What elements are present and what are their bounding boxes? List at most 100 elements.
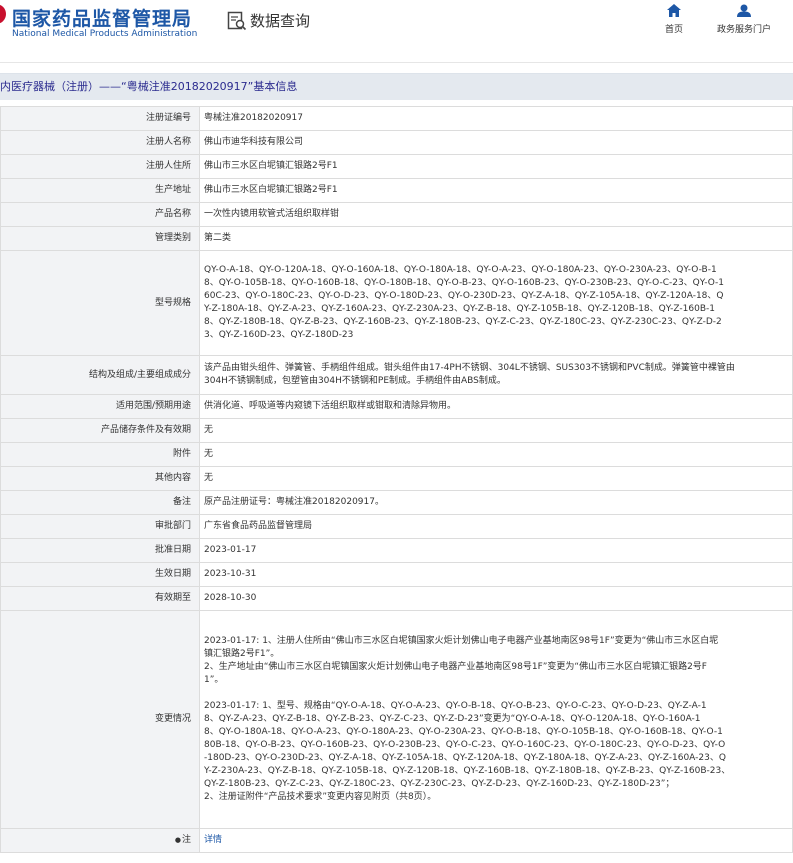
field-value-line: 8、QY-O-180A-18、QY-O-A-23、QY-O-180A-23、QY… bbox=[204, 727, 723, 737]
field-label: 注册人住所 bbox=[0, 154, 200, 179]
nav-home-label: 首页 bbox=[664, 25, 683, 35]
field-value-line: 广东省食品药品监督管理局 bbox=[204, 521, 313, 531]
field-label-text: 管理类别 bbox=[154, 233, 191, 243]
field-value-line: 第二类 bbox=[204, 233, 232, 243]
field-value: 2023-10-31 bbox=[199, 562, 793, 587]
field-value: 该产品由钳头组件、弹簧管、手柄组件组成。钳头组件由17-4PH不锈钢、304L不… bbox=[199, 355, 793, 395]
field-value-line: 该产品由钳头组件、弹簧管、手柄组件组成。钳头组件由17-4PH不锈钢、304L不… bbox=[204, 363, 735, 373]
table-row: 变更情况 2023-01-17: 1、注册人住所由“佛山市三水区白坭镇国家火炬计划… bbox=[0, 610, 793, 829]
field-value-line: Y-Z-180A-18、QY-Z-A-23、QY-Z-160A-23、QY-Z-… bbox=[204, 304, 716, 314]
device-info-table: 注册证编号 粤械注准20182020917 注册人名称 佛山市迪华科技有限公司 注册人住… bbox=[0, 106, 793, 853]
field-value: 详情 bbox=[199, 828, 793, 853]
field-value-line: 8、QY-Z-A-23、QY-Z-B-18、QY-Z-B-23、QY-Z-C-2… bbox=[204, 714, 701, 724]
field-label-text: 适用范围/预期用途 bbox=[115, 401, 191, 411]
table-row: 结构及组成/主要组成成分 该产品由钳头组件、弹簧管、手柄组件组成。钳头组件由17-… bbox=[0, 355, 793, 395]
field-value-line: 佛山市三水区白坭镇汇银路2号F1 bbox=[204, 161, 338, 171]
table-row: 批准日期 2023-01-17 bbox=[0, 538, 793, 563]
table-row: 产品储存条件及有效期 无 bbox=[0, 418, 793, 443]
data-query-icon bbox=[227, 11, 247, 31]
field-value-line: 原产品注册证号：粤械注准20182020917。 bbox=[204, 497, 384, 507]
field-value-line: 2、注册证附件“产品技术要求”变更内容见附页（共8页）。 bbox=[204, 792, 437, 802]
field-label: 有效期至 bbox=[0, 586, 200, 611]
field-label: 批准日期 bbox=[0, 538, 200, 563]
field-value-line: 1”。 bbox=[204, 675, 224, 685]
bullet-icon: ● bbox=[174, 836, 181, 844]
user-icon bbox=[737, 4, 751, 17]
field-label: 附件 bbox=[0, 442, 200, 467]
field-label-text: 产品名称 bbox=[154, 209, 191, 219]
table-row: 生效日期 2023-10-31 bbox=[0, 562, 793, 587]
page-title: 数据查询 bbox=[250, 12, 311, 30]
home-icon bbox=[667, 4, 681, 17]
nav-gov-portal[interactable]: 政务服务门户 bbox=[712, 4, 776, 35]
field-value: 第二类 bbox=[199, 226, 793, 251]
table-row: 备注 原产品注册证号：粤械注准20182020917。 bbox=[0, 490, 793, 515]
field-value-line: 供消化道、呼吸道等内窥镜下活组织取样或钳取和清除异物用。 bbox=[204, 401, 457, 411]
field-label-text: 其他内容 bbox=[154, 473, 191, 483]
field-value: QY-O-A-18、QY-O-120A-18、QY-O-160A-18、QY-O… bbox=[199, 250, 793, 356]
field-value: 无 bbox=[199, 418, 793, 443]
field-value-line: 304H不锈钢制成，包塑管由304H不锈钢和PE制成。手柄组件由ABS制成。 bbox=[204, 376, 506, 386]
field-label-text: 审批部门 bbox=[154, 521, 191, 531]
field-value-line: 8、QY-O-105B-18、QY-O-160B-18、QY-O-180B-18… bbox=[204, 278, 725, 288]
field-value-line: 无 bbox=[204, 473, 214, 483]
table-row: 型号规格 QY-O-A-18、QY-O-120A-18、QY-O-160A-18、… bbox=[0, 250, 793, 356]
field-value-line: 3、QY-Z-160D-23、QY-Z-180D-23 bbox=[204, 330, 354, 340]
table-row: 适用范围/预期用途 供消化道、呼吸道等内窥镜下活组织取样或钳取和清除异物用。 bbox=[0, 394, 793, 419]
field-value: 广东省食品药品监督管理局 bbox=[199, 514, 793, 539]
table-row: 附件 无 bbox=[0, 442, 793, 467]
breadcrumb: 内医疗器械（注册）——“粤械注准20182020917”基本信息 bbox=[0, 73, 793, 100]
table-row: 生产地址 佛山市三水区白坭镇汇银路2号F1 bbox=[0, 178, 793, 203]
field-label: 生产地址 bbox=[0, 178, 200, 203]
field-label-text: 注册人住所 bbox=[145, 161, 191, 171]
field-label-text: 变更情况 bbox=[154, 714, 191, 724]
field-label-text: 型号规格 bbox=[154, 297, 191, 308]
table-row: 注册人住所 佛山市三水区白坭镇汇银路2号F1 bbox=[0, 154, 793, 179]
field-value-line: 佛山市三水区白坭镇汇银路2号F1 bbox=[204, 185, 338, 195]
field-label-text: 结构及组成/主要组成成分 bbox=[88, 369, 191, 380]
field-label: 结构及组成/主要组成成分 bbox=[0, 355, 200, 395]
nav-gov-label: 政务服务门户 bbox=[716, 25, 771, 35]
field-value: 2023-01-17 bbox=[199, 538, 793, 563]
field-label-text: 生产地址 bbox=[154, 185, 191, 195]
field-label: 型号规格 bbox=[0, 250, 200, 356]
field-value-line: 8、QY-Z-180B-18、QY-Z-B-23、QY-Z-160B-23、QY… bbox=[204, 317, 722, 327]
field-value: 佛山市三水区白坭镇汇银路2号F1 bbox=[199, 154, 793, 179]
site-logo-title[interactable]: 国家药品监督管理局 bbox=[12, 4, 192, 31]
field-value: 无 bbox=[199, 466, 793, 491]
detail-link[interactable]: 详情 bbox=[204, 834, 788, 847]
field-label: 审批部门 bbox=[0, 514, 200, 539]
field-value: 2023-01-17: 1、注册人住所由“佛山市三水区白坭镇国家火炬计划佛山电子… bbox=[199, 610, 793, 829]
field-value-line: 2023-10-31 bbox=[204, 569, 257, 579]
field-label-text: 批准日期 bbox=[154, 545, 191, 555]
field-label: 其他内容 bbox=[0, 466, 200, 491]
field-value-line: -180D-23、QY-O-230D-23、QY-Z-A-18、QY-Z-105… bbox=[204, 753, 726, 763]
field-label: 管理类别 bbox=[0, 226, 200, 251]
field-value: 佛山市迪华科技有限公司 bbox=[199, 130, 793, 155]
field-value-line: 一次性内镜用软管式活组织取样钳 bbox=[204, 209, 340, 219]
site-header: 国家药品监督管理局 National Medical Products Admi… bbox=[0, 0, 793, 63]
field-value-line: QY-O-A-18、QY-O-120A-18、QY-O-160A-18、QY-O… bbox=[204, 265, 717, 275]
field-label: ●注 bbox=[0, 828, 200, 853]
field-label-text: 生效日期 bbox=[154, 569, 191, 579]
field-value-line: 60C-23、QY-O-180C-23、QY-O-D-23、QY-O-180D-… bbox=[204, 291, 724, 301]
nmpa-emblem-icon bbox=[0, 4, 6, 24]
field-label-text: 有效期至 bbox=[154, 593, 191, 603]
field-label-text: 注 bbox=[181, 835, 191, 845]
field-value-line: QY-Z-180B-23、QY-Z-C-23、QY-Z-180C-23、QY-Z… bbox=[204, 779, 675, 789]
table-row: 管理类别 第二类 bbox=[0, 226, 793, 251]
field-value-line: 镇汇银路2号F1”。 bbox=[204, 649, 280, 659]
table-row: 有效期至 2028-10-30 bbox=[0, 586, 793, 611]
field-value: 一次性内镜用软管式活组织取样钳 bbox=[199, 202, 793, 227]
field-value: 原产品注册证号：粤械注准20182020917。 bbox=[199, 490, 793, 515]
field-value-line: Y-Z-230A-23、QY-Z-B-18、QY-Z-105B-18、QY-Z-… bbox=[204, 766, 731, 776]
field-value: 无 bbox=[199, 442, 793, 467]
field-label: 变更情况 bbox=[0, 610, 200, 829]
field-label: 注册人名称 bbox=[0, 130, 200, 155]
table-row: 其他内容 无 bbox=[0, 466, 793, 491]
field-label-text: 产品储存条件及有效期 bbox=[100, 425, 191, 435]
table-row: 产品名称 一次性内镜用软管式活组织取样钳 bbox=[0, 202, 793, 227]
field-value-line: 无 bbox=[204, 449, 214, 459]
field-value-line: 2023-01-17 bbox=[204, 545, 257, 555]
nav-home[interactable]: 首页 bbox=[660, 4, 688, 35]
